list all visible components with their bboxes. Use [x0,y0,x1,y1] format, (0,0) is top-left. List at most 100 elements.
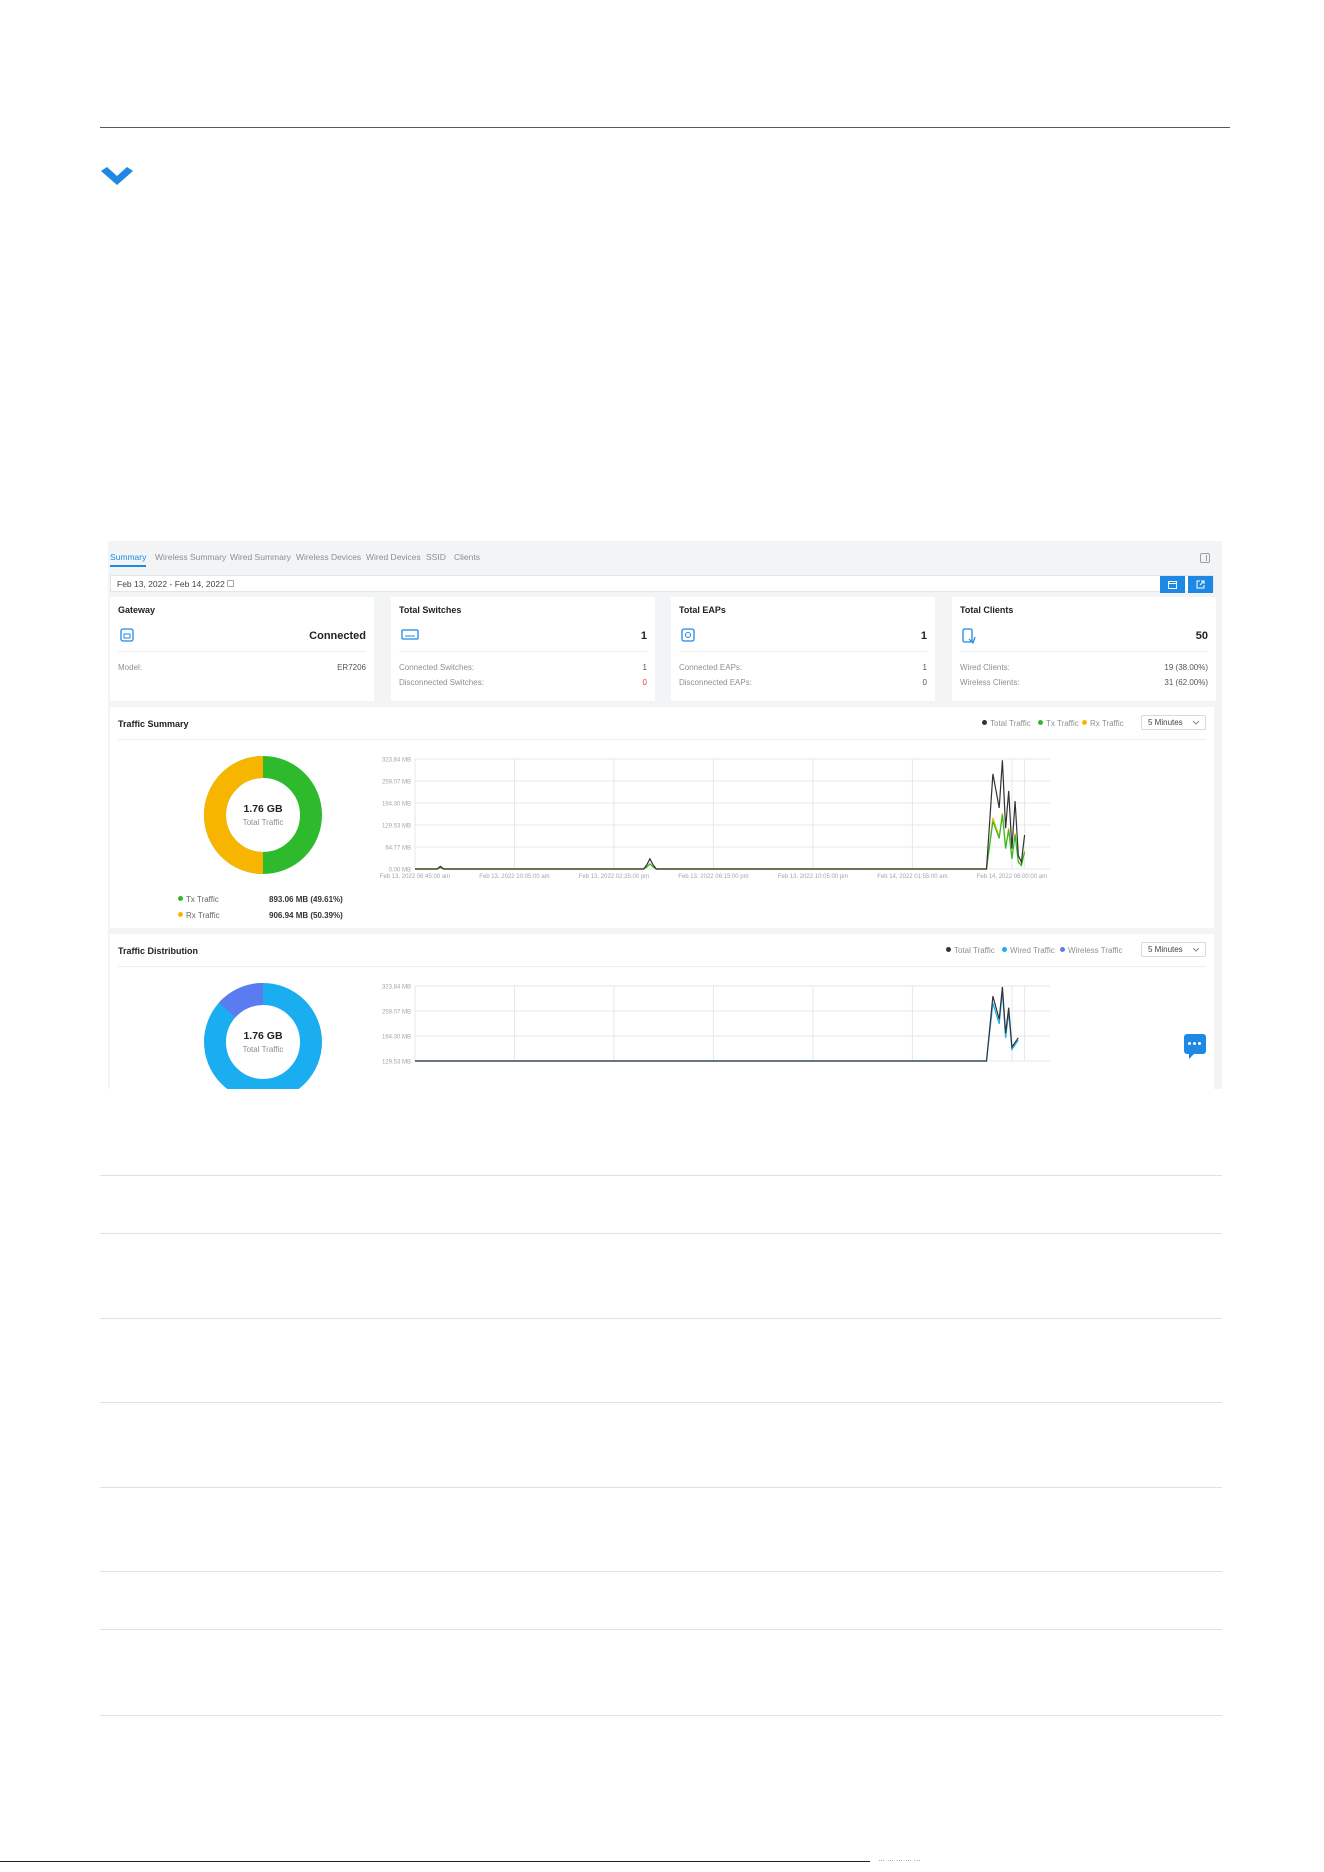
tab-wired-summary[interactable]: Wired Summary [230,552,291,562]
table-divider [100,1318,1222,1319]
x-tick-label: Feb 13, 2022 06:15:00 pm [678,874,748,880]
tab-summary[interactable]: Summary [110,552,146,562]
calendar-icon[interactable] [227,580,234,587]
eap-icon [681,628,695,642]
series-line-rx-traffic[interactable] [415,812,1026,870]
traffic-summary-donut [204,756,322,874]
legend-tx[interactable]: Tx Traffic [1038,719,1079,728]
switch-icon [401,629,419,640]
interval-select[interactable]: 5 Minutes [1141,942,1206,957]
traffic-summary-title: Traffic Summary [118,719,189,729]
legend-rx[interactable]: Rx Traffic [1082,719,1124,728]
model-value: ER7206 [337,663,366,672]
donut-total-label: Total Traffic [242,818,284,827]
date-range-bar: Feb 13, 2022 - Feb 14, 2022 [110,575,1214,593]
clients-count: 50 [1195,630,1208,642]
y-tick-label: 194.30 MB [382,802,411,808]
table-divider [100,1571,1222,1572]
eaps-card[interactable]: Total EAPs 1 Connected EAPs: 1 Disconnec… [671,597,935,701]
rx-slice[interactable] [204,756,264,874]
model-label: Model: [118,663,143,672]
traffic-distribution-chart: 129.53 MB 194.30 MB 259.07 MB 323.84 MB [382,985,1050,1066]
table-divider [100,1715,1222,1716]
legend-total[interactable]: Total Traffic [946,946,995,955]
footer-rule [0,1861,870,1862]
series-line-tx-traffic[interactable] [415,814,1026,870]
wired-clients-value: 19 (38.00%) [1164,663,1208,672]
series-line-total-traffic[interactable] [415,760,1026,870]
eaps-count: 1 [920,630,927,642]
clients-card[interactable]: Total Clients 50 Wired Clients: 19 (38.0… [952,597,1216,701]
chat-icon [1188,1042,1203,1045]
wireless-slice[interactable] [218,982,264,1018]
traffic-summary-section: Traffic Summary Total Traffic Tx Traffic… [110,707,1214,928]
switches-title: Total Switches [399,605,462,615]
card-divider [679,651,927,652]
tab-wireless-devices[interactable]: Wireless Devices [296,552,361,562]
x-tick-label: Feb 14, 2022 01:55:00 am [877,874,947,880]
calendar-icon [1168,581,1177,589]
table-divider [100,1175,1222,1176]
active-tab-indicator [110,565,146,567]
y-tick-label: 0.00 MB [389,868,411,874]
connected-eaps-value: 1 [922,663,927,672]
eaps-title: Total EAPs [679,605,726,615]
tx-value: 893.06 MB (49.61%) [269,895,343,904]
chat-button[interactable] [1184,1034,1206,1059]
traffic-distribution-title: Traffic Distribution [118,946,199,956]
x-tick-label: Feb 14, 2022 06:00:00 am [977,874,1047,880]
rx-legend: Rx Traffic [178,911,220,920]
disconnected-eaps-label: Disconnected EAPs: [679,678,752,687]
traffic-distribution-section: Traffic Distribution Total Traffic Wired… [110,934,1214,1089]
card-divider [118,651,366,652]
export-icon [1196,580,1205,589]
connected-switches-label: Connected Switches: [399,663,475,672]
card-divider [399,651,647,652]
card-divider [960,651,1208,652]
disconnected-eaps-value: 0 [922,678,927,687]
tab-ssid[interactable]: SSID [426,552,446,562]
y-tick-label: 129.53 MB [382,824,411,830]
gateway-card[interactable]: Gateway Connected Model: ER7206 [110,597,374,701]
x-tick-label: Feb 13, 2022 02:25:00 pm [579,874,649,880]
y-tick-label: 259.07 MB [382,1010,411,1016]
calendar-button[interactable] [1160,576,1185,593]
table-divider [100,1233,1222,1234]
x-tick-label: Feb 13, 2022 06:45:00 am [380,874,450,880]
connected-eaps-label: Connected EAPs: [679,663,743,672]
legend-wired[interactable]: Wired Traffic [1002,946,1055,955]
donut-total-label: Total Traffic [242,1045,284,1054]
disconnected-switches-label: Disconnected Switches: [399,678,484,687]
dashboard-screenshot: Summary Wireless Summary Wired Summary W… [108,541,1222,1089]
panel-icon[interactable] [1200,553,1210,563]
tx-legend: Tx Traffic [178,895,219,904]
date-range-text[interactable]: Feb 13, 2022 - Feb 14, 2022 [117,579,225,589]
legend-total[interactable]: Total Traffic [982,719,1031,728]
table-divider [100,1487,1222,1488]
chevron-down-icon [1193,721,1199,725]
tab-clients[interactable]: Clients [454,552,480,562]
donut-total-value: 1.76 GB [243,1030,283,1042]
connected-switches-value: 1 [642,663,647,672]
switches-card[interactable]: Total Switches 1 Connected Switches: 1 D… [391,597,655,701]
gateway-status: Connected [309,630,366,642]
clients-title: Total Clients [960,605,1014,615]
top-divider [100,127,1230,128]
legend-wireless[interactable]: Wireless Traffic [1060,946,1123,955]
y-tick-label: 129.53 MB [382,1060,411,1066]
y-tick-label: 64.77 MB [385,846,411,852]
export-button[interactable] [1188,576,1213,593]
switches-count: 1 [640,630,647,642]
chevron-down-icon[interactable] [99,165,135,189]
chevron-down-icon [1193,948,1199,952]
y-tick-label: 323.84 MB [382,985,411,991]
tab-wired-devices[interactable]: Wired Devices [366,552,421,562]
rx-value: 906.94 MB (50.39%) [269,911,343,920]
x-tick-label: Feb 13, 2022 10:05:00 pm [778,874,848,880]
series-line-total-traffic[interactable] [415,986,1019,1062]
series-line-wired-traffic[interactable] [415,991,1019,1062]
interval-select[interactable]: 5 Minutes [1141,715,1206,730]
section-divider [118,739,1206,740]
wired-clients-label: Wired Clients: [960,663,1010,672]
tab-wireless-summary[interactable]: Wireless Summary [155,552,226,562]
